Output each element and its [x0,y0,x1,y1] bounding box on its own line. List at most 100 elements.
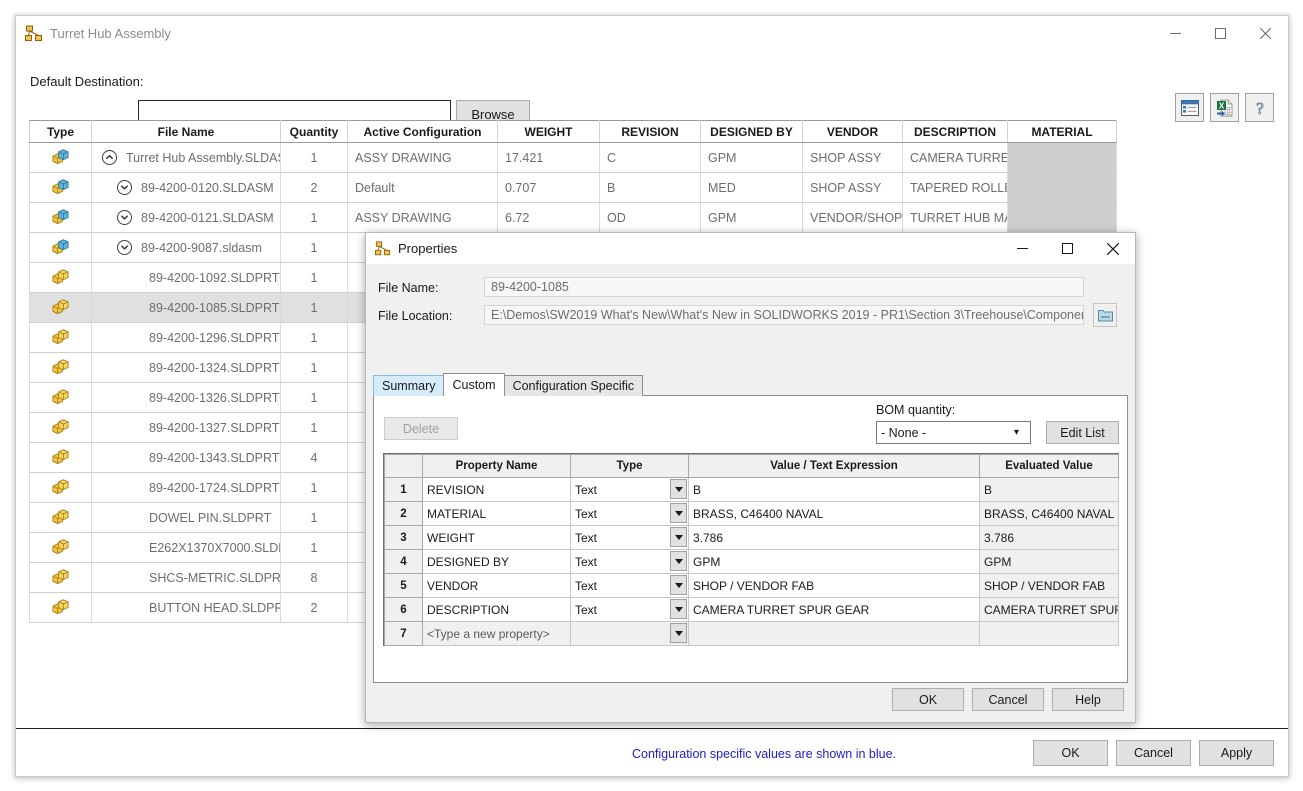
row-file-name[interactable]: 89-4200-1092.SLDPRT [91,262,281,293]
property-name-cell[interactable]: REVISION [422,477,571,502]
cancel-button[interactable]: Cancel [1116,740,1191,766]
minimize-icon[interactable] [1153,16,1198,51]
folder-icon[interactable] [1093,303,1117,327]
row-file-name[interactable]: 89-4200-0121.SLDASM [91,202,281,233]
row-vendor[interactable]: SHOP ASSY [802,172,903,203]
row-file-name[interactable]: 89-4200-1324.SLDPRT [91,352,281,383]
row-active-configuration[interactable]: Default [347,172,498,203]
property-type-cell[interactable] [570,621,689,646]
row-quantity[interactable]: 1 [280,502,348,533]
col-header-file-name[interactable]: File Name [91,120,281,143]
row-designed-by[interactable]: GPM [700,142,803,173]
row-quantity[interactable]: 1 [280,472,348,503]
row-vendor[interactable]: SHOP ASSY [802,142,903,173]
col-header-revision[interactable]: REVISION [599,120,701,143]
property-row[interactable]: 3 WEIGHT Text 3.786 3.786 [384,525,1119,550]
property-value-cell[interactable] [688,621,980,646]
row-active-configuration[interactable]: ASSY DRAWING [347,142,498,173]
row-weight[interactable]: 17.421 [497,142,600,173]
row-quantity[interactable]: 1 [280,142,348,173]
row-designed-by[interactable]: GPM [700,202,803,233]
row-file-name[interactable]: 89-4200-1326.SLDPRT [91,382,281,413]
row-file-name[interactable]: 89-4200-1327.SLDPRT [91,412,281,443]
ok-button[interactable]: OK [1033,740,1108,766]
property-value-cell[interactable]: BRASS, C46400 NAVAL [688,501,980,526]
property-name-cell[interactable]: DESCRIPTION [422,597,571,622]
row-file-name[interactable]: 89-4200-1724.SLDPRT [91,472,281,503]
property-name-cell[interactable]: DESIGNED BY [422,549,571,574]
row-description[interactable]: TAPERED ROLLE [902,172,1008,203]
prop-col-evaluated-value[interactable]: Evaluated Value [979,454,1119,478]
row-active-configuration[interactable]: ASSY DRAWING [347,202,498,233]
row-vendor[interactable]: VENDOR/SHOP [802,202,903,233]
properties-list-icon[interactable] [1175,93,1204,122]
dialog-cancel-button[interactable]: Cancel [972,688,1044,711]
col-header-active-configuration[interactable]: Active Configuration [347,120,498,143]
row-file-name[interactable]: BUTTON HEAD.SLDPRT [91,592,281,623]
col-header-description[interactable]: DESCRIPTION [902,120,1008,143]
chevron-down-icon[interactable] [117,210,132,225]
row-quantity[interactable]: 1 [280,412,348,443]
chevron-up-icon[interactable] [102,150,117,165]
row-weight[interactable]: 0.707 [497,172,600,203]
row-weight[interactable]: 6.72 [497,202,600,233]
dialog-close-icon[interactable] [1090,233,1135,264]
apply-button[interactable]: Apply [1199,740,1274,766]
col-header-designed-by[interactable]: DESIGNED BY [700,120,803,143]
type-dropdown-button[interactable] [670,551,687,571]
row-quantity[interactable]: 1 [280,202,348,233]
row-quantity[interactable]: 1 [280,532,348,563]
row-quantity[interactable]: 2 [280,592,348,623]
prop-col-property-name[interactable]: Property Name [422,454,571,478]
property-name-cell[interactable]: VENDOR [422,573,571,598]
row-quantity[interactable]: 1 [280,382,348,413]
row-quantity[interactable]: 1 [280,322,348,353]
property-value-cell[interactable]: B [688,477,980,502]
property-value-cell[interactable]: GPM [688,549,980,574]
col-header-type[interactable]: Type [29,120,92,143]
dialog-help-button[interactable]: Help [1052,688,1124,711]
chevron-down-icon[interactable] [117,180,132,195]
property-row[interactable]: 2 MATERIAL Text BRASS, C46400 NAVAL BRASS, C… [384,501,1119,526]
row-revision[interactable]: OD [599,202,701,233]
row-material[interactable] [1007,202,1117,233]
row-material[interactable] [1007,172,1117,203]
file-name-field[interactable]: 89-4200-1085 [484,277,1084,297]
row-file-name[interactable]: 89-4200-0120.SLDASM [91,172,281,203]
row-revision[interactable]: C [599,142,701,173]
maximize-icon[interactable] [1198,16,1243,51]
col-header-material[interactable]: MATERIAL [1007,120,1117,143]
col-header-weight[interactable]: WEIGHT [497,120,600,143]
row-description[interactable]: TURRET HUB MÁ [902,202,1008,233]
row-quantity[interactable]: 8 [280,562,348,593]
row-quantity[interactable]: 4 [280,442,348,473]
row-file-name[interactable]: 89-4200-1296.SLDPRT [91,322,281,353]
type-dropdown-button[interactable] [670,575,687,595]
row-quantity[interactable]: 1 [280,292,348,323]
row-file-name[interactable]: 89-4200-9087.sldasm [91,232,281,263]
property-value-cell[interactable]: CAMERA TURRET SPUR GEAR [688,597,980,622]
property-type-cell[interactable]: Text [570,477,689,502]
edit-list-button[interactable]: Edit List [1046,421,1119,444]
row-file-name[interactable]: 89-4200-1085.SLDPRT [91,292,281,323]
table-row[interactable]: 89-4200-0121.SLDASM 1 ASSY DRAWING 6.72 OD GP… [29,202,1117,233]
row-quantity[interactable]: 1 [280,232,348,263]
row-file-name[interactable]: Turret Hub Assembly.SLDASM [91,142,281,173]
property-row[interactable]: 4 DESIGNED BY Text GPM GPM [384,549,1119,574]
prop-col-type[interactable]: Type [570,454,689,478]
property-type-cell[interactable]: Text [570,525,689,550]
row-quantity[interactable]: 2 [280,172,348,203]
row-designed-by[interactable]: MED [700,172,803,203]
table-row[interactable]: Turret Hub Assembly.SLDASM 1 ASSY DRAWING 1… [29,142,1117,173]
row-file-name[interactable]: DOWEL PIN.SLDPRT [91,502,281,533]
row-description[interactable]: CAMERA TURRE [902,142,1008,173]
prop-col-value[interactable]: Value / Text Expression [688,454,980,478]
property-value-cell[interactable]: 3.786 [688,525,980,550]
type-dropdown-button[interactable] [670,599,687,619]
col-header-quantity[interactable]: Quantity [280,120,348,143]
dialog-maximize-icon[interactable] [1045,233,1090,264]
type-dropdown-button[interactable] [670,479,687,499]
property-name-cell[interactable]: <Type a new property> [422,621,571,646]
close-icon[interactable] [1243,16,1288,51]
export-excel-icon[interactable]: X [1210,93,1239,122]
